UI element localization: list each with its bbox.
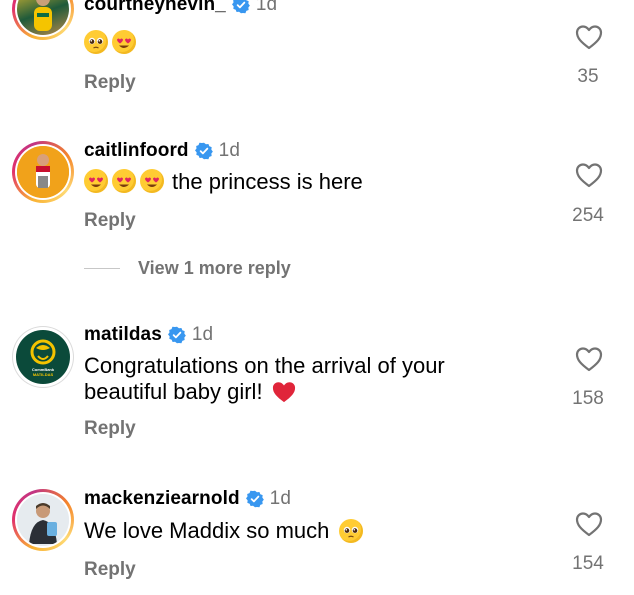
like-count: 35 [577,66,599,87]
comment-message: We love Maddix so much [84,518,330,543]
comment-text [84,30,140,56]
comment-message-line-2: beautiful baby girl! [84,379,263,404]
verified-badge-icon [231,0,250,14]
username[interactable]: matildas [84,324,162,346]
comment-message: the princess is here [172,169,363,194]
verified-badge-icon [245,490,264,508]
comment-text: the princess is here [84,169,363,195]
like-heart-icon[interactable] [575,162,603,188]
avatar[interactable] [12,0,74,40]
like-heart-icon[interactable] [575,24,603,50]
comment-time: 1d [191,324,214,345]
comment-time: 1d [255,0,278,15]
avatar[interactable]: CommBank MATILDAS [12,326,74,388]
view-more-replies-label: View 1 more reply [138,258,291,278]
avatar[interactable] [12,489,74,551]
like-count: 254 [572,205,604,226]
heart-eyes-face-icon [112,30,136,54]
comment-message-line-1: Congratulations on the arrival of your [84,353,445,378]
avatar-badge-line-2: MATILDAS [32,372,54,377]
heart-eyes-face-icon [112,169,136,193]
verified-badge-icon [194,142,213,160]
reply-button[interactable]: Reply [84,72,136,94]
comment-time: 1d [269,488,292,509]
avatar[interactable] [12,141,74,203]
like-count: 158 [572,388,604,409]
like-count: 154 [572,553,604,574]
username[interactable]: mackenziearnold [84,488,240,510]
reply-button[interactable]: Reply [84,559,136,581]
username[interactable]: courtneynevin_ [84,0,226,16]
reply-button[interactable]: Reply [84,418,136,440]
comment-time: 1d [218,140,240,161]
divider-line [84,268,120,269]
like-heart-icon[interactable] [575,346,603,372]
pleading-face-icon [339,519,364,543]
pleading-face-icon [84,30,108,54]
heart-eyes-face-icon [140,169,164,193]
comment-text: Congratulations on the arrival of your b… [84,353,445,405]
comment-text: We love Maddix so much [84,518,367,544]
heart-eyes-face-icon [84,169,108,193]
like-heart-icon[interactable] [575,511,603,537]
view-more-replies-button[interactable]: View 1 more reply [84,258,291,279]
red-heart-icon [272,382,295,403]
username[interactable]: caitlinfoord [84,140,189,162]
verified-badge-icon [167,326,186,344]
reply-button[interactable]: Reply [84,210,136,232]
